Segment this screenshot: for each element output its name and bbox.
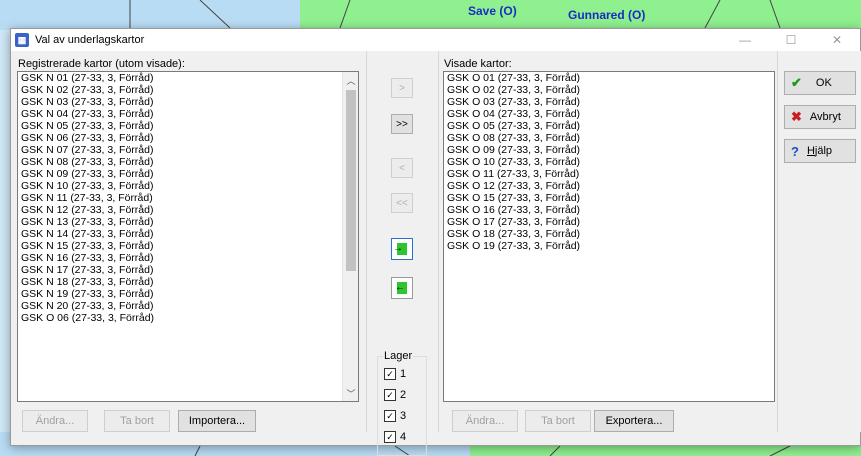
- dialog-title: Val av underlagskartor: [35, 34, 145, 46]
- move-in-button[interactable]: →: [391, 238, 413, 260]
- minimize-icon[interactable]: —: [722, 29, 768, 51]
- list-item[interactable]: GSK N 20 (27-33, 3, Förråd): [18, 300, 358, 312]
- import-button[interactable]: Importera...: [178, 410, 256, 432]
- list-item[interactable]: GSK N 11 (27-33, 3, Förråd): [18, 192, 358, 204]
- lager-checkbox-3[interactable]: ✓ 3: [384, 410, 406, 422]
- list-item[interactable]: GSK N 06 (27-33, 3, Förråd): [18, 132, 358, 144]
- maximize-icon[interactable]: ☐: [768, 29, 814, 51]
- list-item[interactable]: GSK O 16 (27-33, 3, Förråd): [444, 204, 774, 216]
- list-items: GSK N 01 (27-33, 3, Förråd) GSK N 02 (27-…: [18, 72, 358, 324]
- add-button[interactable]: >: [391, 78, 413, 98]
- list-item[interactable]: GSK N 19 (27-33, 3, Förråd): [18, 288, 358, 300]
- list-item[interactable]: GSK O 10 (27-33, 3, Förråd): [444, 156, 774, 168]
- map-selection-dialog: ▦ Val av underlagskartor — ☐ ✕ Registrer…: [10, 28, 861, 456]
- left-delete-button[interactable]: Ta bort: [104, 410, 170, 432]
- ok-button[interactable]: ✔ OK: [784, 71, 856, 95]
- list-item[interactable]: GSK N 05 (27-33, 3, Förråd): [18, 120, 358, 132]
- checkbox[interactable]: ✓: [384, 431, 396, 443]
- list-item[interactable]: GSK O 17 (27-33, 3, Förråd): [444, 216, 774, 228]
- lager-checkbox-2[interactable]: ✓ 2: [384, 389, 406, 401]
- list-item[interactable]: GSK N 18 (27-33, 3, Förråd): [18, 276, 358, 288]
- list-item[interactable]: GSK N 02 (27-33, 3, Förråd): [18, 84, 358, 96]
- list-item[interactable]: GSK N 15 (27-33, 3, Förråd): [18, 240, 358, 252]
- move-out-button[interactable]: ←: [391, 277, 413, 299]
- list-item[interactable]: GSK N 01 (27-33, 3, Förråd): [18, 72, 358, 84]
- list-item[interactable]: GSK O 19 (27-33, 3, Förråd): [444, 240, 774, 252]
- list-item[interactable]: GSK O 04 (27-33, 3, Förråd): [444, 108, 774, 120]
- help-label: Hjälp: [806, 145, 833, 157]
- checkbox-label: 1: [400, 368, 407, 380]
- list-item[interactable]: GSK O 11 (27-33, 3, Förråd): [444, 168, 774, 180]
- list-item[interactable]: GSK N 14 (27-33, 3, Förråd): [18, 228, 358, 240]
- help-question-icon: ?: [791, 143, 799, 159]
- shown-maps-panel: Visade kartor: GSK O 01 (27-33, 3, Förrå…: [438, 51, 778, 432]
- checkbox[interactable]: ✓: [384, 368, 396, 380]
- arrow-right-icon: →: [393, 243, 407, 255]
- shown-maps-label: Visade kartor:: [444, 58, 512, 70]
- list-item[interactable]: GSK O 18 (27-33, 3, Förråd): [444, 228, 774, 240]
- list-item[interactable]: GSK O 08 (27-33, 3, Förråd): [444, 132, 774, 144]
- shown-maps-list[interactable]: GSK O 01 (27-33, 3, Förråd) GSK O 02 (27-…: [443, 71, 775, 402]
- map-app-icon: ▦: [15, 33, 29, 47]
- checkbox[interactable]: ✓: [384, 389, 396, 401]
- help-button[interactable]: ? Hjälp: [784, 139, 856, 163]
- list-items: GSK O 01 (27-33, 3, Förråd) GSK O 02 (27-…: [444, 72, 774, 252]
- lager-checkbox-1[interactable]: ✓ 1: [384, 368, 406, 380]
- transfer-controls: > >> < << → ← Lager ✓ 1 ✓ 2 ✓ 3 ✓ 4: [368, 51, 439, 456]
- right-edit-button[interactable]: Ändra...: [452, 410, 518, 432]
- list-item[interactable]: GSK O 01 (27-33, 3, Förråd): [444, 72, 774, 84]
- scroll-down-icon[interactable]: ﹀: [343, 385, 358, 401]
- list-item[interactable]: GSK N 03 (27-33, 3, Förråd): [18, 96, 358, 108]
- lager-title: Lager: [383, 350, 414, 362]
- scrollbar[interactable]: ︿ ﹀: [342, 72, 358, 401]
- list-item[interactable]: GSK N 13 (27-33, 3, Förråd): [18, 216, 358, 228]
- ok-label: OK: [815, 77, 832, 89]
- registered-maps-label: Registrerade kartor (utom visade):: [18, 58, 185, 70]
- list-item[interactable]: GSK O 09 (27-33, 3, Förråd): [444, 144, 774, 156]
- scroll-thumb[interactable]: [346, 90, 356, 271]
- remove-button[interactable]: <: [391, 158, 413, 178]
- list-item[interactable]: GSK N 08 (27-33, 3, Förråd): [18, 156, 358, 168]
- list-item[interactable]: GSK N 04 (27-33, 3, Förråd): [18, 108, 358, 120]
- list-item[interactable]: GSK O 02 (27-33, 3, Förråd): [444, 84, 774, 96]
- list-item[interactable]: GSK O 12 (27-33, 3, Förråd): [444, 180, 774, 192]
- list-item[interactable]: GSK O 05 (27-33, 3, Förråd): [444, 120, 774, 132]
- checkbox-label: 3: [400, 410, 407, 422]
- lager-group: Lager ✓ 1 ✓ 2 ✓ 3 ✓ 4: [377, 350, 427, 456]
- registered-maps-panel: Registrerade kartor (utom visade): GSK N…: [11, 51, 367, 432]
- registered-maps-list[interactable]: GSK N 01 (27-33, 3, Förråd) GSK N 02 (27-…: [17, 71, 359, 402]
- list-item[interactable]: GSK O 03 (27-33, 3, Förråd): [444, 96, 774, 108]
- list-item[interactable]: GSK N 09 (27-33, 3, Förråd): [18, 168, 358, 180]
- list-item[interactable]: GSK N 12 (27-33, 3, Förråd): [18, 204, 358, 216]
- list-item[interactable]: GSK N 10 (27-33, 3, Förråd): [18, 180, 358, 192]
- list-item[interactable]: GSK N 17 (27-33, 3, Förråd): [18, 264, 358, 276]
- left-edit-button[interactable]: Ändra...: [22, 410, 88, 432]
- list-item[interactable]: GSK N 16 (27-33, 3, Förråd): [18, 252, 358, 264]
- cancel-x-icon: ✖: [791, 109, 802, 124]
- list-item[interactable]: GSK O 06 (27-33, 3, Förråd): [18, 312, 358, 324]
- checkbox-label: 2: [400, 389, 407, 401]
- checkmark-icon: ✔: [791, 75, 802, 90]
- map-label: Save (O): [468, 4, 517, 18]
- title-bar: ▦ Val av underlagskartor — ☐ ✕: [11, 29, 860, 51]
- right-delete-button[interactable]: Ta bort: [525, 410, 591, 432]
- remove-all-button[interactable]: <<: [391, 193, 413, 213]
- lager-checkbox-4[interactable]: ✓ 4: [384, 431, 406, 443]
- arrow-left-icon: ←: [395, 282, 407, 294]
- map-label: Gunnared (O): [568, 8, 646, 22]
- action-buttons: ✔ OK ✖ Avbryt ? Hjälp: [778, 51, 861, 432]
- checkbox[interactable]: ✓: [384, 410, 396, 422]
- export-button[interactable]: Exportera...: [594, 410, 674, 432]
- scroll-up-icon[interactable]: ︿: [343, 72, 358, 88]
- cancel-label: Avbryt: [809, 111, 841, 123]
- checkbox-label: 4: [400, 431, 407, 443]
- list-item[interactable]: GSK O 15 (27-33, 3, Förråd): [444, 192, 774, 204]
- close-icon[interactable]: ✕: [814, 29, 860, 51]
- add-all-button[interactable]: >>: [391, 114, 413, 134]
- list-item[interactable]: GSK N 07 (27-33, 3, Förråd): [18, 144, 358, 156]
- cancel-button[interactable]: ✖ Avbryt: [784, 105, 856, 129]
